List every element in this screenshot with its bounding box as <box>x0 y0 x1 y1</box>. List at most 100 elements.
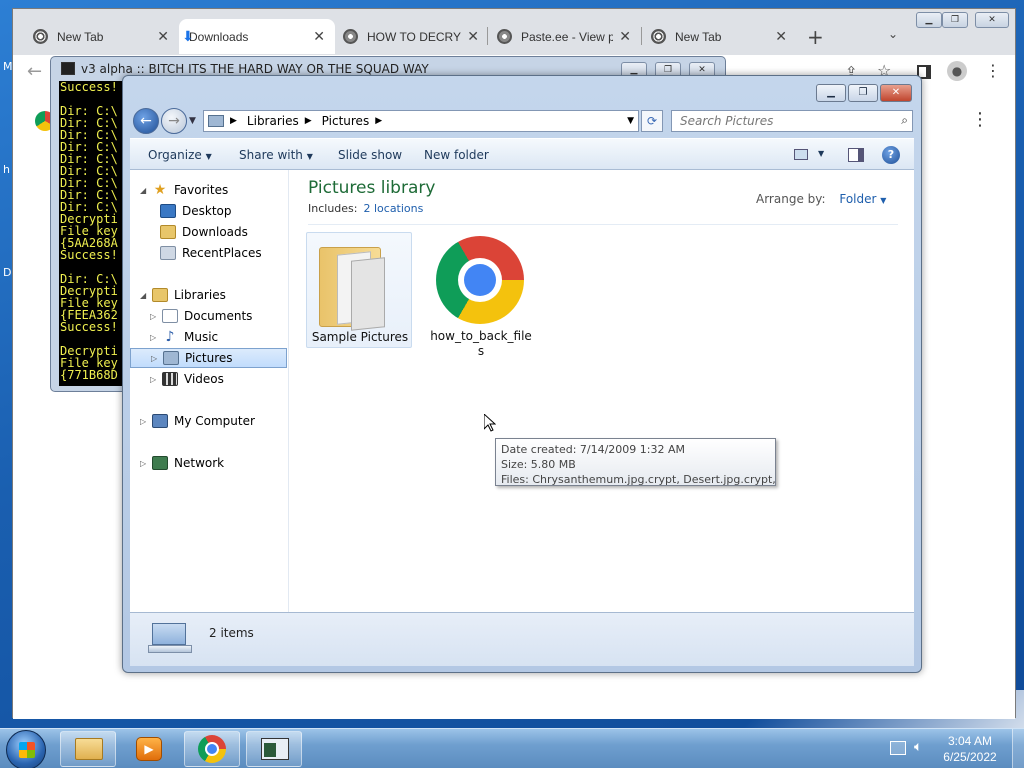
tab-how-to-decrypt[interactable]: HOW TO DECRYPT ✕ <box>333 19 489 54</box>
tab-paste-ee[interactable]: Paste.ee - View p ✕ <box>487 19 641 54</box>
details-pane: 2 items <box>130 612 914 666</box>
taskbar-media-player-button[interactable]: ▶ <box>122 731 178 767</box>
header-divider <box>308 224 898 225</box>
preview-pane-icon[interactable] <box>848 148 864 162</box>
organize-menu[interactable]: Organize ▼ <box>148 148 212 162</box>
taskbar: ▶ 🔈︎ 3:04 AM 6/25/2022 <box>0 728 1024 768</box>
tab-strip: New Tab ✕ ⬇ Downloads ✕ HOW TO DECRYPT ✕… <box>13 9 1015 55</box>
close-icon[interactable]: ✕ <box>619 28 631 45</box>
item-count: 2 items <box>209 626 254 640</box>
tab-label: New Tab <box>57 29 104 44</box>
nav-libraries[interactable]: ◢ Libraries <box>140 285 226 305</box>
minimize-button[interactable]: ▁ <box>916 12 942 28</box>
recent-pages-chevron-icon[interactable]: ▼ <box>189 116 196 126</box>
tooltip-size: Size: 5.80 MB <box>501 458 576 471</box>
close-icon[interactable]: ✕ <box>775 28 787 45</box>
nav-favorites[interactable]: ◢ ★ Favorites <box>140 180 228 200</box>
more-options-icon[interactable]: ⋮ <box>971 109 989 130</box>
expand-arrow-icon[interactable]: ▷ <box>140 417 152 426</box>
slide-show-button[interactable]: Slide show <box>338 148 402 162</box>
new-tab-button[interactable]: + <box>807 25 824 49</box>
expand-arrow-icon[interactable]: ▷ <box>150 375 162 384</box>
libraries-icon <box>152 288 168 302</box>
close-button[interactable]: ✕ <box>975 12 1009 28</box>
nav-item-pictures[interactable]: ▷ Pictures <box>130 348 287 368</box>
address-dropdown-icon[interactable]: ▼ <box>627 116 634 126</box>
expand-arrow-icon[interactable]: ◢ <box>140 291 152 300</box>
minimize-button[interactable]: ▁ <box>816 84 846 102</box>
expand-arrow-icon[interactable]: ▷ <box>151 354 163 363</box>
explorer-content: ◢ ★ Favorites Desktop Downloads RecentPl… <box>130 170 914 612</box>
expand-arrow-icon[interactable]: ▷ <box>150 312 162 321</box>
back-button[interactable]: ← <box>133 108 159 134</box>
close-button[interactable]: ✕ <box>880 84 912 102</box>
download-icon: ⬇ <box>182 28 194 44</box>
tab-new-tab[interactable]: New Tab ✕ <box>23 19 179 54</box>
nav-my-computer[interactable]: ▷ My Computer <box>140 411 255 431</box>
globe-icon <box>343 29 358 44</box>
address-bar[interactable]: ▶ Libraries ▶ Pictures ▶ ▼ <box>203 110 639 132</box>
command-bar: Organize ▼ Share with ▼ Slide show New f… <box>130 138 914 170</box>
show-desktop-button[interactable] <box>1012 729 1024 768</box>
console-icon <box>261 738 289 760</box>
refresh-button[interactable]: ⟳ <box>641 110 663 132</box>
breadcrumb-arrow-icon: ▶ <box>375 116 383 126</box>
start-button[interactable] <box>6 730 46 768</box>
close-icon[interactable]: ✕ <box>157 28 169 45</box>
tab-downloads[interactable]: ⬇ Downloads ✕ <box>179 19 335 54</box>
chrome-icon <box>198 735 226 763</box>
arrange-by-dropdown[interactable]: Folder ▼ <box>839 192 886 206</box>
item-name: how_to_back_files <box>430 329 532 358</box>
nav-item-downloads[interactable]: Downloads <box>160 222 248 242</box>
view-options-chevron-icon[interactable]: ▼ <box>818 149 824 158</box>
taskbar-chrome-button[interactable] <box>184 731 240 767</box>
expand-arrow-icon[interactable]: ◢ <box>140 186 152 195</box>
share-with-label: Share with <box>239 148 303 162</box>
chevron-down-icon[interactable]: ⌄ <box>888 27 898 41</box>
menu-icon[interactable]: ⋮ <box>985 61 1001 80</box>
breadcrumb-pictures[interactable]: Pictures <box>322 114 370 128</box>
expand-arrow-icon[interactable]: ▷ <box>140 459 152 468</box>
desktop-icon-label: h <box>3 163 10 176</box>
nav-item-documents[interactable]: ▷ Documents <box>150 306 252 326</box>
share-with-menu[interactable]: Share with ▼ <box>239 148 313 162</box>
close-icon[interactable]: ✕ <box>467 28 479 45</box>
includes-locations-link[interactable]: 2 locations <box>363 202 423 215</box>
help-icon[interactable]: ? <box>882 146 900 164</box>
close-icon[interactable]: ✕ <box>313 28 325 45</box>
nav-libraries-label: Libraries <box>174 288 226 302</box>
nav-my-computer-label: My Computer <box>174 414 255 428</box>
maximize-button[interactable]: ❐ <box>942 12 968 28</box>
nav-network-label: Network <box>174 456 225 470</box>
star-icon: ★ <box>153 182 167 198</box>
new-folder-button[interactable]: New folder <box>424 148 489 162</box>
item-sample-pictures[interactable]: Sample Pictures <box>306 232 412 348</box>
search-icon[interactable]: ⌕ <box>901 113 908 128</box>
nav-network[interactable]: ▷ Network <box>140 453 224 473</box>
nav-item-recent-places[interactable]: RecentPlaces <box>160 243 262 263</box>
documents-icon <box>162 309 178 323</box>
expand-arrow-icon[interactable]: ▷ <box>150 333 162 342</box>
nav-item-label: Music <box>184 330 219 344</box>
tab-new-tab-2[interactable]: New Tab ✕ <box>641 19 797 54</box>
item-how-to-back-files[interactable]: how_to_back_files <box>430 232 532 362</box>
back-arrow-icon[interactable]: ← <box>27 61 42 82</box>
system-clock[interactable]: 3:04 AM 6/25/2022 <box>938 733 1002 765</box>
library-title: Pictures library <box>308 178 436 198</box>
recent-places-icon <box>160 246 176 260</box>
change-view-icon[interactable] <box>794 149 808 160</box>
taskbar-explorer-button[interactable] <box>60 731 116 767</box>
nav-item-desktop[interactable]: Desktop <box>160 201 232 221</box>
nav-item-music[interactable]: ▷ ♪ Music <box>150 327 218 347</box>
search-input[interactable]: Search Pictures ⌕ <box>671 110 913 132</box>
nav-item-videos[interactable]: ▷ Videos <box>150 369 224 389</box>
breadcrumb-libraries[interactable]: Libraries <box>247 114 299 128</box>
forward-button[interactable]: → <box>161 108 187 134</box>
volume-icon[interactable]: 🔈︎ <box>914 739 922 755</box>
profile-icon[interactable]: ● <box>947 61 967 81</box>
taskbar-console-button[interactable] <box>246 731 302 767</box>
network-tray-icon[interactable] <box>890 741 906 755</box>
library-details-icon <box>148 623 192 657</box>
explorer-window: ▁ ❐ ✕ ← → ▼ ▶ Libraries ▶ Pictures ▶ ▼ ⟳… <box>122 75 922 673</box>
maximize-button[interactable]: ❐ <box>848 84 878 102</box>
